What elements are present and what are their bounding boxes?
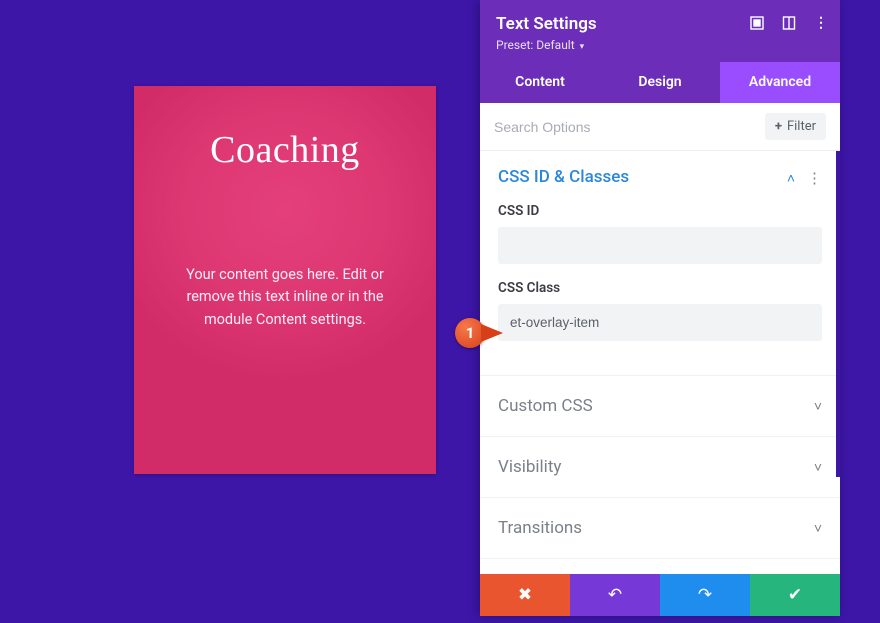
chevron-down-icon: ˅: [814, 459, 822, 476]
tab-design[interactable]: Design: [600, 62, 720, 103]
section-toggle-transitions[interactable]: Transitions ˅: [498, 518, 822, 538]
filter-label: Filter: [787, 119, 816, 134]
scrollbar[interactable]: [836, 151, 840, 477]
expand-icon[interactable]: [748, 14, 766, 32]
cancel-button[interactable]: ✖: [480, 574, 570, 616]
chevron-up-icon: ˄: [787, 171, 795, 187]
chevron-down-icon: ˅: [814, 520, 822, 537]
panel-header: Text Settings Preset: Default ▾ ⋮: [480, 0, 840, 62]
preset-label: Preset: Default: [496, 38, 575, 52]
css-id-label: CSS ID: [498, 203, 822, 219]
css-class-label: CSS Class: [498, 280, 822, 296]
section-visibility: Visibility ˅: [480, 437, 840, 498]
tab-bar: Content Design Advanced: [480, 62, 840, 103]
section-toggle-visibility[interactable]: Visibility ˅: [498, 457, 822, 477]
save-button[interactable]: ✔: [750, 574, 840, 616]
filter-button[interactable]: + Filter: [765, 113, 826, 140]
search-row: + Filter: [480, 103, 840, 151]
redo-icon: ↷: [698, 585, 712, 605]
section-css-id-classes: CSS ID & Classes ˄ ⋮ CSS ID CSS Class: [480, 151, 840, 376]
section-title: Transitions: [498, 518, 582, 538]
preview-module[interactable]: Coaching Your content goes here. Edit or…: [134, 86, 436, 474]
section-toggle-custom-css[interactable]: Custom CSS ˅: [498, 396, 822, 416]
section-toggle-css-id-classes[interactable]: CSS ID & Classes ˄ ⋮: [498, 167, 822, 187]
redo-button[interactable]: ↷: [660, 574, 750, 616]
preview-body[interactable]: Your content goes here. Edit or remove t…: [164, 264, 406, 331]
tab-advanced[interactable]: Advanced: [720, 62, 840, 103]
section-transitions: Transitions ˅: [480, 498, 840, 559]
css-id-field[interactable]: [498, 227, 822, 264]
section-custom-css: Custom CSS ˅: [480, 376, 840, 437]
css-class-field[interactable]: [498, 304, 822, 341]
tab-content[interactable]: Content: [480, 62, 600, 103]
preset-selector[interactable]: Preset: Default ▾: [496, 38, 824, 52]
chevron-down-icon: ▾: [580, 42, 585, 52]
responsive-icon[interactable]: [780, 14, 798, 32]
text-settings-panel: Text Settings Preset: Default ▾ ⋮ Conten…: [480, 0, 840, 616]
section-title: Custom CSS: [498, 396, 593, 416]
search-input[interactable]: [494, 119, 755, 135]
preview-heading[interactable]: Coaching: [164, 128, 406, 172]
section-more-icon[interactable]: ⋮: [807, 169, 822, 187]
more-icon[interactable]: ⋮: [812, 14, 830, 32]
plus-icon: +: [775, 119, 782, 134]
undo-icon: ↶: [608, 585, 622, 605]
panel-body: CSS ID & Classes ˄ ⋮ CSS ID CSS Class Cu…: [480, 151, 840, 574]
section-title: CSS ID & Classes: [498, 167, 629, 187]
chevron-down-icon: ˅: [814, 398, 822, 415]
check-icon: ✔: [788, 585, 802, 605]
close-icon: ✖: [518, 585, 532, 605]
section-position: Position ˅: [480, 559, 840, 574]
panel-footer: ✖ ↶ ↷ ✔: [480, 574, 840, 616]
section-title: Visibility: [498, 457, 561, 477]
undo-button[interactable]: ↶: [570, 574, 660, 616]
